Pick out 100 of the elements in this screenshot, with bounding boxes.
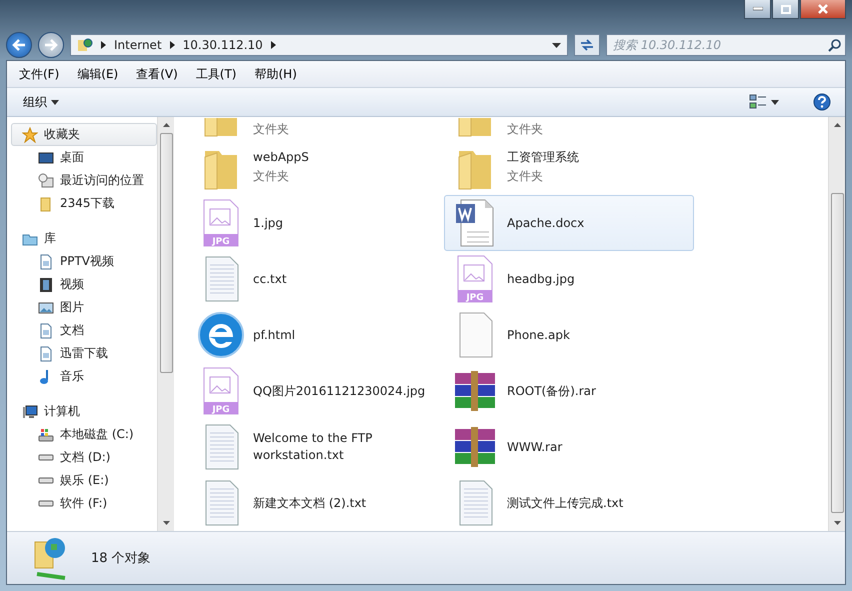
file-item[interactable]: webAppS 文件夹 xyxy=(190,139,440,195)
file-type: 文件夹 xyxy=(507,121,543,138)
back-arrow-icon xyxy=(12,39,26,51)
file-item[interactable]: cc.txt xyxy=(190,251,440,307)
menu-item[interactable]: 帮助(H) xyxy=(246,62,305,86)
file-name: webAppS xyxy=(253,149,309,166)
menu-item[interactable]: 工具(T) xyxy=(188,62,244,86)
file-name: headbg.jpg xyxy=(507,270,575,288)
organize-button[interactable]: 组织 xyxy=(17,90,65,114)
sidebar-item[interactable]: PPTV视频 xyxy=(11,250,157,273)
close-icon xyxy=(817,4,829,14)
status-text: 18 个对象 xyxy=(91,550,151,567)
caret-icon xyxy=(771,100,779,104)
file-name: Phone.apk xyxy=(507,326,570,344)
file-item[interactable]: 新建文本文档 (2).txt xyxy=(190,475,440,531)
file-item[interactable]: Welcome to the FTP workstation.txt xyxy=(190,419,440,475)
system-drive-icon xyxy=(38,426,54,442)
picture-icon xyxy=(38,300,54,316)
document-icon xyxy=(38,254,54,270)
file-name: Welcome to the FTP workstation.txt xyxy=(253,430,374,464)
file-item[interactable]: JPG headbg.jpg xyxy=(444,251,694,307)
menu-item[interactable]: 文件(F) xyxy=(11,62,68,86)
file-item[interactable]: 工资管理系统 文件夹 xyxy=(444,139,694,195)
file-item[interactable]: 文件夹 xyxy=(444,117,694,139)
scrollbar[interactable] xyxy=(157,117,174,531)
document-icon xyxy=(38,346,54,362)
refresh-arrows-icon xyxy=(579,39,595,51)
chevron-icon xyxy=(170,41,175,49)
minimize-button[interactable] xyxy=(744,0,771,19)
up-arrow-icon xyxy=(162,123,170,127)
sidebar-item[interactable]: 桌面 xyxy=(11,146,157,169)
file-item[interactable]: 文件夹 xyxy=(190,117,440,139)
file-name: 新建文本文档 (2).txt xyxy=(253,494,366,512)
file-item[interactable]: WWW.rar xyxy=(444,419,694,475)
sidebar-item[interactable]: 文档 xyxy=(11,319,157,342)
menu-item[interactable]: 编辑(E) xyxy=(69,62,126,86)
file-item[interactable]: ROOT(备份).rar xyxy=(444,363,694,419)
file-item[interactable]: Apache.docx xyxy=(444,195,694,251)
file-item[interactable]: JPG 1.jpg xyxy=(190,195,440,251)
file-name: Apache.docx xyxy=(507,214,584,232)
word-document-icon xyxy=(455,199,495,247)
network-icon xyxy=(77,37,93,53)
computer-icon xyxy=(22,404,38,420)
forward-button[interactable] xyxy=(38,32,64,58)
file-item[interactable]: Phone.apk xyxy=(444,307,694,363)
search-icon xyxy=(828,39,841,52)
address-bar[interactable]: Internet 10.30.112.10 xyxy=(70,34,568,56)
file-item[interactable]: JPG QQ图片20161121230024.jpg xyxy=(190,363,440,419)
file-type: 文件夹 xyxy=(253,168,290,185)
search-field[interactable]: 搜索 10.30.112.10 xyxy=(606,34,846,56)
down-arrow-icon xyxy=(834,521,840,525)
dropdown-icon[interactable] xyxy=(552,42,561,48)
minimize-icon xyxy=(752,7,762,11)
file-type: 文件夹 xyxy=(253,121,289,138)
sidebar-item[interactable]: 娱乐 (E:) xyxy=(11,469,157,492)
menu-item[interactable]: 查看(V) xyxy=(128,62,186,86)
image-file-icon: JPG xyxy=(201,199,241,247)
chevron-icon xyxy=(270,41,276,49)
file-name: 1.jpg xyxy=(253,214,284,232)
chevron-icon xyxy=(101,41,106,49)
image-file-icon: JPG xyxy=(201,367,241,415)
sidebar-item[interactable]: 软件 (F:) xyxy=(11,492,157,515)
file-name: WWW.rar xyxy=(507,438,562,456)
sidebar-item[interactable]: 视频 xyxy=(11,273,157,296)
books-archive-icon xyxy=(453,371,497,411)
film-icon xyxy=(38,276,54,292)
drive-icon xyxy=(38,477,54,484)
sidebar-item[interactable]: 收藏夹 xyxy=(11,123,157,146)
globe-e-icon xyxy=(197,311,245,359)
maximize-icon xyxy=(780,4,790,14)
back-button[interactable] xyxy=(6,32,32,58)
file-name: cc.txt xyxy=(253,270,287,288)
file-item[interactable]: pf.html xyxy=(190,307,440,363)
file-item[interactable]: 测试文件上传完成.txt xyxy=(444,475,694,531)
help-icon xyxy=(813,93,831,111)
sidebar-item[interactable]: 文档 (D:) xyxy=(11,446,157,469)
file-type: 文件夹 xyxy=(507,168,544,185)
maximize-button[interactable] xyxy=(772,0,799,19)
view-list-icon xyxy=(749,94,767,110)
sidebar-item[interactable]: 本地磁盘 (C:) xyxy=(11,423,157,446)
sidebar-item[interactable]: 2345下载 xyxy=(11,192,157,215)
sidebar-item[interactable]: 音乐 xyxy=(11,365,157,388)
image-file-icon: JPG xyxy=(455,255,495,303)
down-arrow-icon xyxy=(162,521,170,525)
sidebar-item[interactable]: 库 xyxy=(11,227,157,250)
sidebar-item[interactable]: 计算机 xyxy=(11,400,157,423)
file-name: ROOT(备份).rar xyxy=(507,382,596,400)
sidebar-item[interactable]: 最近访问的位置 xyxy=(11,169,157,192)
breadcrumb[interactable]: 10.30.112.10 xyxy=(182,38,263,52)
sidebar-item[interactable]: 迅雷下载 xyxy=(11,342,157,365)
refresh-button[interactable] xyxy=(574,34,600,56)
sidebar-item[interactable]: 图片 xyxy=(11,296,157,319)
close-button[interactable] xyxy=(800,0,846,19)
file-name: 测试文件上传完成.txt xyxy=(507,494,624,512)
file-name: QQ图片20161121230024.jpg xyxy=(253,382,426,400)
monitor-icon xyxy=(38,150,54,166)
forward-arrow-icon xyxy=(44,39,58,51)
file-name: pf.html xyxy=(253,326,296,344)
breadcrumb[interactable]: Internet xyxy=(114,38,162,52)
scrollbar[interactable] xyxy=(828,117,845,531)
